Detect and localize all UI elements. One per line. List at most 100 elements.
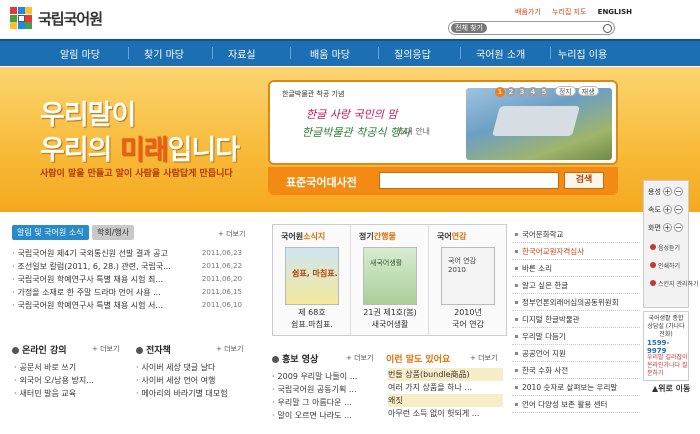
top-link-english[interactable]: ENGLISH <box>598 8 632 16</box>
banner-title: 한글박물관 착공 기념 <box>282 90 345 98</box>
tool-zoom-row: 화면 + − <box>648 223 683 232</box>
quick-link[interactable]: 한국 수화 사전 <box>512 362 640 379</box>
minus-icon[interactable]: − <box>673 205 683 214</box>
list-item[interactable]: 여러 가지 상품을 하나 ... <box>388 381 503 394</box>
list-item[interactable]: 국립국어원 제4기 국외통신원 선발 결과 공고2011,06,23 <box>12 247 242 260</box>
news-more-link[interactable]: + 더보기 <box>218 229 245 239</box>
go-top-button[interactable]: ▲위로 이동 <box>652 383 690 394</box>
quick-link[interactable]: 알고 싶은 한글 <box>512 277 640 294</box>
pager-2[interactable]: 2 <box>506 87 516 97</box>
plus-icon[interactable]: + <box>662 187 672 196</box>
online-more-link[interactable]: + 더보기 <box>92 344 119 354</box>
nav-notice[interactable]: 알림 마당 <box>60 46 100 61</box>
nav-learn[interactable]: 배움 마당 <box>310 46 350 61</box>
skin-link[interactable]: 스킨지 관리하기 <box>650 279 699 288</box>
top-links: 배움가기 누리집 지도 ENGLISH <box>515 7 641 17</box>
quick-link[interactable]: 언어 다양성 보존 활용 센터 <box>512 396 640 413</box>
list-item[interactable]: 국립국어원 학예연구사 특별 채용 시험 서...2011,06,10 <box>12 299 242 312</box>
call-center-number: 1599-9979 <box>647 339 670 355</box>
call-center-box[interactable]: 국어생활 종합상담실 (가나다전화) 1599-9979 우리말 길라잡이 온라… <box>643 311 689 381</box>
top-link-sitemap[interactable]: 누리집 지도 <box>552 8 586 16</box>
nav-archive[interactable]: 자료실 <box>228 46 256 61</box>
tab-news[interactable]: 알림 및 국어원 소식 <box>12 225 89 240</box>
list-item[interactable]: 공문서 바로 쓰기 <box>14 361 94 374</box>
pager-play-button[interactable]: 재생 <box>577 86 599 96</box>
pager-stop-button[interactable]: 정지 <box>554 86 576 96</box>
list-item[interactable]: 사이버 세상 언어 여행 <box>136 374 228 387</box>
list-item[interactable]: 메아리의 바라기별 대모험 <box>136 387 228 400</box>
newsletter-cover: 쉼표, 마침표. <box>285 247 339 305</box>
minus-icon[interactable]: − <box>673 223 683 232</box>
quick-link[interactable]: 우리말 다듬기 <box>512 328 640 345</box>
ebook-list: 사이버 세상 댓글 날다 사이버 세상 언어 여행 메아리의 바라기별 대모험 <box>136 361 228 400</box>
quick-link[interactable]: 한국어교원자격심사 <box>512 243 640 260</box>
nav-about[interactable]: 국어원 소개 <box>476 46 525 61</box>
hero-headline-2: 우리의 미래입니다 <box>40 135 240 166</box>
list-item[interactable]: 국립국어원 학예연구사 특별 채용 시험 최...2011,06,20 <box>12 273 242 286</box>
quick-link[interactable]: 국어문화학교 <box>512 226 640 243</box>
list-item[interactable]: 사이버 세상 댓글 날다 <box>136 361 228 374</box>
promo-more-link[interactable]: + 더보기 <box>346 353 373 363</box>
pick-more-link[interactable]: + 더보기 <box>470 353 497 363</box>
ebook-more-link[interactable]: + 더보기 <box>216 344 243 354</box>
banner-line-3: 초대 안내 <box>398 127 430 136</box>
quick-link[interactable]: 디지털 한글박물관 <box>512 311 640 328</box>
nav-divider <box>460 47 461 59</box>
publication-periodical[interactable]: 정기간행물 새국어생활 21권 제1호(봄) 새국어생활 <box>351 225 429 335</box>
search-icon[interactable] <box>603 24 612 33</box>
nav-divider <box>290 47 291 59</box>
plus-icon[interactable]: + <box>662 223 672 232</box>
list-item[interactable]: 아무런 소득 없이 헛되게 ... <box>388 407 503 420</box>
skin-icon <box>650 280 656 286</box>
publication-newsletter[interactable]: 국어원소식지 쉼표, 마침표. 제 68호 쉼표.마침표. <box>273 225 351 335</box>
dictionary-input[interactable] <box>379 172 559 189</box>
promo-video-title: 홍보 영상 <box>272 352 318 365</box>
call-center-link[interactable]: 우리말 길라잡이 온라인가나다 질문하기 <box>647 354 688 378</box>
tab-events[interactable]: 학회/행사 <box>92 225 135 240</box>
listen-link[interactable]: 음성듣기 <box>650 243 680 252</box>
museum-image <box>466 88 612 160</box>
hero-highlight: 미래 <box>119 135 169 166</box>
top-link-shortcut[interactable]: 배움가기 <box>515 8 541 16</box>
publications-box: 국어원소식지 쉼표, 마침표. 제 68호 쉼표.마침표. 정기간행물 새국어생… <box>272 224 507 336</box>
quick-link[interactable]: 바른 소리 <box>512 260 640 277</box>
list-item[interactable]: 말이 오르면 나라도 ... <box>272 409 357 422</box>
pager-3[interactable]: 3 <box>517 87 527 97</box>
list-item[interactable]: 국립국어원 공동기획 ... <box>272 383 357 396</box>
call-center-title: 국어생활 종합상담실 (가나다전화) <box>647 315 685 338</box>
publication-yearbook[interactable]: 국어연감 국어 연감 2010 2010년 국어 연감 <box>429 225 507 335</box>
dictionary-search-button[interactable]: 검색 <box>564 172 604 189</box>
print-link[interactable]: 인쇄하기 <box>650 261 680 270</box>
main-nav: 알림 마당 찾기 마당 자료실 배움 마당 질의응답 국어원 소개 누리집 이용 <box>0 39 700 66</box>
pager-1[interactable]: 1 <box>495 87 505 97</box>
hero-headline-1: 우리말이 <box>40 100 136 131</box>
quick-link[interactable]: 2010 숫자로 살펴보는 우리말 <box>512 379 640 396</box>
minus-icon[interactable]: − <box>673 187 683 196</box>
pager-4[interactable]: 4 <box>528 87 538 97</box>
logo[interactable]: 국립국어원 <box>10 5 120 33</box>
nav-search[interactable]: 찾기 마당 <box>144 46 184 61</box>
list-item[interactable]: 새터민 발음 교육 <box>14 387 94 400</box>
nav-qa[interactable]: 질의응답 <box>394 46 431 61</box>
pager-5[interactable]: 5 <box>539 87 549 97</box>
plus-icon[interactable]: + <box>662 205 672 214</box>
list-item[interactable]: 2009 우리말 나들이 ... <box>272 370 358 383</box>
dictionary-label: 표준국어대사전 <box>286 176 357 189</box>
list-item[interactable]: 왜짓 <box>388 394 503 407</box>
banner-line-2: 한글박물관 착공식 행사 <box>302 126 411 139</box>
list-item[interactable]: 우리말 그 아름다운 ... <box>272 396 357 409</box>
list-item[interactable]: 번들 상품(bundle商品) <box>388 368 503 381</box>
search-input[interactable]: 전체 찾기 <box>448 21 615 35</box>
list-item[interactable]: 가정을 소재로 한 주말 드라마 언어 사용 ...2011,06,15 <box>12 286 242 299</box>
list-item[interactable]: 조선일보 칼럼(2011, 6, 28.) 관련, 국립국...2011,06,… <box>12 260 242 273</box>
search-label: 전체 찾기 <box>451 23 487 33</box>
quick-links: 국어문화학교 한국어교원자격심사 바른 소리 알고 싶은 한글 정부언론외래어심… <box>512 226 640 413</box>
nav-guide[interactable]: 누리집 이용 <box>558 46 607 61</box>
quick-link[interactable]: 정부언론외래어심의공동위원회 <box>512 294 640 311</box>
online-list: 공문서 바로 쓰기 외국어 오/남용 방지... 새터민 발음 교육 <box>14 361 94 400</box>
print-icon <box>650 262 656 268</box>
nav-divider <box>212 47 213 59</box>
word-pick-title: 이런 말도 있어요 <box>386 355 451 365</box>
list-item[interactable]: 외국어 오/남용 방지... <box>14 374 94 387</box>
quick-link[interactable]: 공공언어 지원 <box>512 345 640 362</box>
